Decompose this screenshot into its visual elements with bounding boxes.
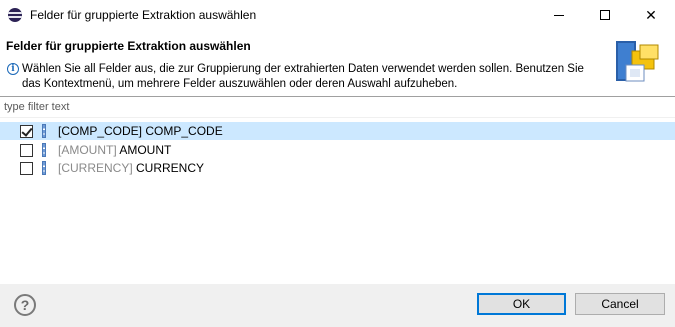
field-icon [42, 161, 46, 175]
tree-row-label: [CURRENCY] CURRENCY [58, 161, 205, 175]
filter-box [0, 97, 675, 117]
window-title: Felder für gruppierte Extraktion auswähl… [30, 8, 257, 22]
tree-row-currency[interactable]: [CURRENCY] CURRENCY [0, 159, 675, 177]
minimize-button[interactable] [536, 0, 582, 30]
tree-row-label: [COMP_CODE] COMP_CODE [58, 124, 223, 138]
page-title: Felder für gruppierte Extraktion auswähl… [6, 39, 251, 53]
help-icon[interactable]: ? [14, 294, 36, 316]
checkbox-comp-code[interactable] [20, 125, 33, 138]
minimize-icon [554, 14, 564, 16]
wizard-banner-icon [616, 41, 659, 82]
tree-row-amount[interactable]: [AMOUNT] AMOUNT [0, 141, 675, 159]
field-icon [42, 143, 46, 157]
field-tree: [COMP_CODE] COMP_CODE [AMOUNT] AMOUNT [C… [0, 118, 675, 284]
filter-input[interactable] [0, 97, 675, 117]
checkbox-currency[interactable] [20, 162, 33, 175]
cancel-button[interactable]: Cancel [575, 293, 665, 315]
close-button[interactable]: ✕ [628, 0, 674, 30]
eclipse-app-icon [8, 8, 22, 22]
maximize-icon [600, 10, 610, 20]
tree-row-comp-code[interactable]: [COMP_CODE] COMP_CODE [0, 122, 675, 140]
info-icon: i [7, 63, 19, 75]
maximize-button[interactable] [582, 0, 628, 30]
tree-row-label: [AMOUNT] AMOUNT [58, 143, 172, 157]
field-icon [42, 124, 46, 138]
title-bar: Felder für gruppierte Extraktion auswähl… [0, 0, 675, 30]
dialog-header: Felder für gruppierte Extraktion auswähl… [0, 30, 675, 96]
dialog-footer: ? OK Cancel [0, 284, 675, 327]
header-message: Wählen Sie all Felder aus, die zur Grupp… [22, 63, 584, 90]
close-icon: ✕ [645, 6, 657, 23]
checkbox-amount[interactable] [20, 144, 33, 157]
ok-button[interactable]: OK [477, 293, 566, 315]
